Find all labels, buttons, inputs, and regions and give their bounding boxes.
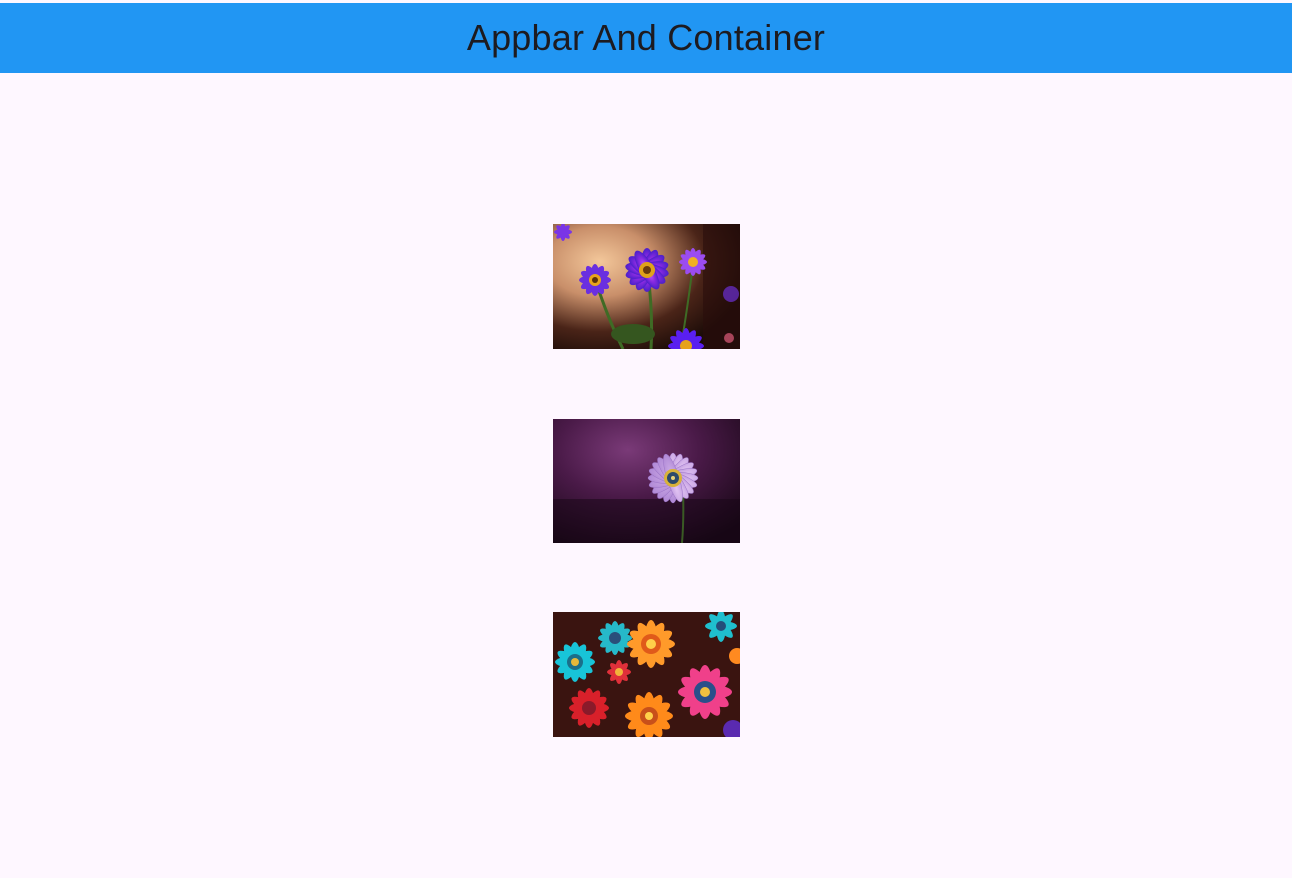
app-screen: Appbar And Container xyxy=(0,0,1292,878)
flower-image-colorful-gerberas xyxy=(553,612,740,737)
app-bar: Appbar And Container xyxy=(0,3,1292,73)
flower-image-lilac-dewdrop-daisy xyxy=(553,419,740,543)
flower-image-purple-daisies xyxy=(553,224,740,349)
app-bar-title: Appbar And Container xyxy=(466,17,826,58)
